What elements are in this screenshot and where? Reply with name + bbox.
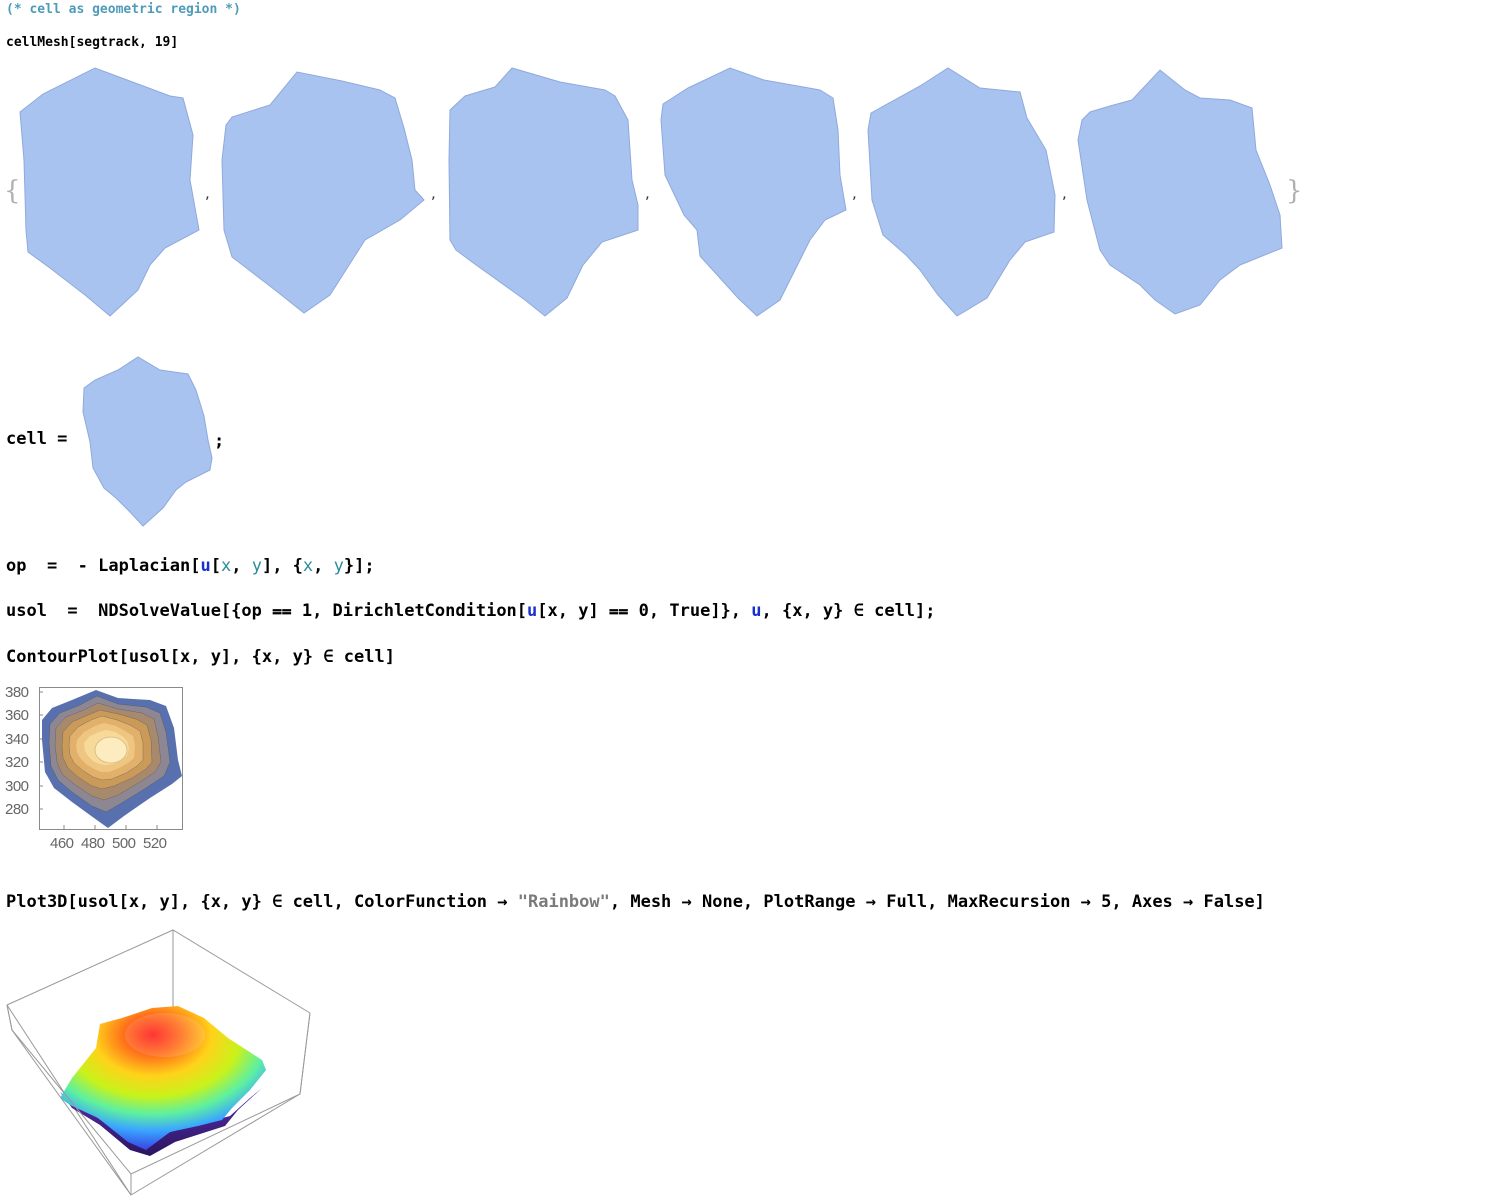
x-tick-460: 460 bbox=[50, 835, 74, 852]
y-tick-380: 380 bbox=[5, 684, 29, 701]
cell-assign-region bbox=[82, 356, 213, 527]
plot3d-part-1: Plot3D[usol[x, y], {x, y} ∈ cell, ColorF… bbox=[6, 892, 518, 912]
contour-plot-frame bbox=[39, 687, 183, 830]
cell-region-5 bbox=[867, 67, 1056, 317]
usol-u: u bbox=[527, 601, 538, 621]
y-tick-360: 360 bbox=[5, 707, 29, 724]
plot3d-input[interactable]: Plot3D[usol[x, y], {x, y} ∈ cell, ColorF… bbox=[6, 892, 1265, 912]
list-separator-1: , bbox=[205, 184, 210, 202]
list-close-brace: } bbox=[1286, 176, 1303, 206]
x-tick-520: 520 bbox=[143, 835, 167, 852]
usol-u2: u bbox=[751, 601, 762, 621]
contourplot-input[interactable]: ContourPlot[usol[x, y], {x, y} ∈ cell] bbox=[6, 647, 395, 667]
list-separator-4: , bbox=[852, 184, 857, 202]
cell-assign-end: ; bbox=[214, 431, 225, 451]
cell-region-2 bbox=[221, 71, 425, 314]
cell-region-3 bbox=[448, 67, 639, 317]
plot3d-string-rainbow: "Rainbow" bbox=[517, 892, 610, 912]
op-part-2: [ bbox=[210, 556, 221, 576]
list-separator-3: , bbox=[645, 184, 650, 202]
op-u: u bbox=[200, 556, 211, 576]
usol-part-1: usol = NDSolveValue[{op ⩵ 1, DirichletCo… bbox=[6, 601, 528, 621]
op-part-1: op = - Laplacian[ bbox=[6, 556, 201, 576]
y-tick-320: 320 bbox=[5, 754, 29, 771]
op-part-5: , bbox=[313, 556, 334, 576]
usol-part-2: [x, y] ⩵ 0, True]}, bbox=[537, 601, 752, 621]
cell-region-6 bbox=[1077, 69, 1283, 315]
op-x2: x bbox=[302, 556, 314, 576]
plot3d-part-2: , Mesh → None, PlotRange → Full, MaxRecu… bbox=[609, 892, 1265, 912]
op-part-4: ], { bbox=[261, 556, 303, 576]
op-part-6: }]; bbox=[343, 556, 375, 576]
cell-region-list bbox=[19, 67, 1283, 317]
usol-part-3: , {x, y} ∈ cell]; bbox=[761, 601, 936, 621]
op-y: y bbox=[251, 556, 262, 576]
y-tick-300: 300 bbox=[5, 778, 29, 795]
cell-region-4 bbox=[660, 67, 847, 317]
list-separator-2: , bbox=[431, 184, 436, 202]
op-part-3: , bbox=[231, 556, 252, 576]
op-y2: y bbox=[333, 556, 344, 576]
x-tick-480: 480 bbox=[81, 835, 105, 852]
op-input[interactable]: op = - Laplacian[u[x, y], {x, y}]; bbox=[6, 556, 375, 576]
list-separator-5: , bbox=[1062, 184, 1067, 202]
y-tick-280: 280 bbox=[5, 801, 29, 818]
plot3d-output[interactable] bbox=[0, 920, 330, 1202]
usol-input[interactable]: usol = NDSolveValue[{op ⩵ 1, DirichletCo… bbox=[6, 601, 936, 621]
x-tick-500: 500 bbox=[112, 835, 136, 852]
op-x: x bbox=[220, 556, 232, 576]
y-tick-340: 340 bbox=[5, 731, 29, 748]
cell-region-1 bbox=[19, 67, 200, 317]
